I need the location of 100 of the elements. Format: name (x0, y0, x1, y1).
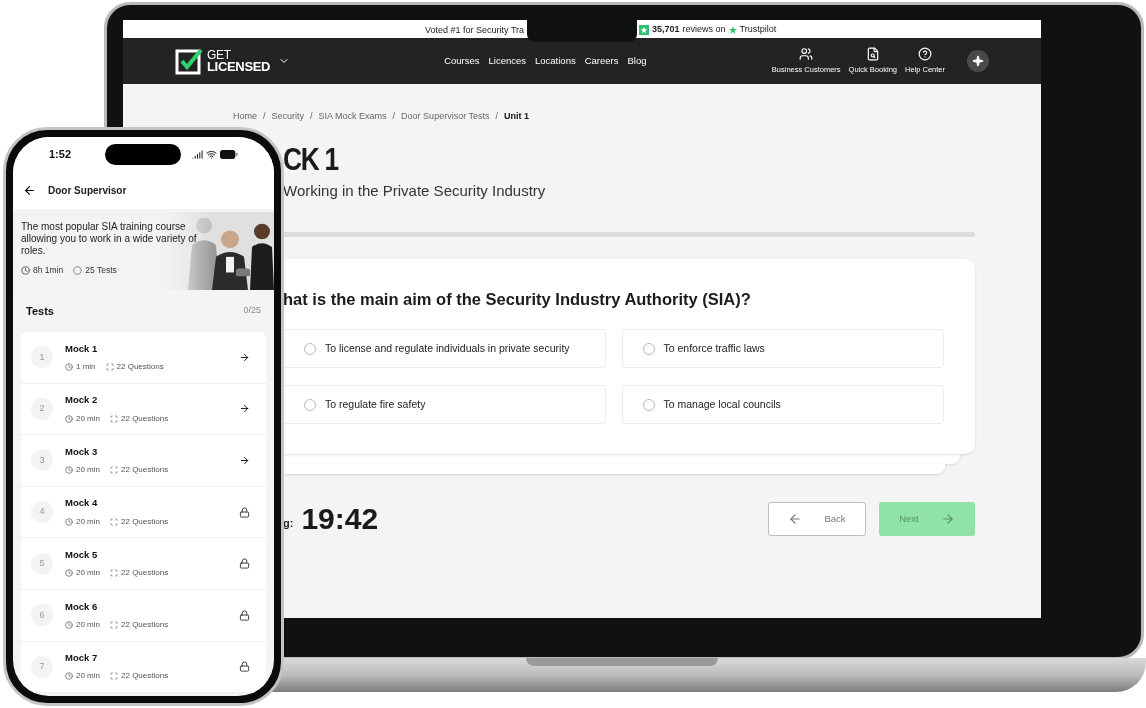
course-duration: 8h 1min (33, 264, 64, 277)
nav-link[interactable]: Blog (627, 53, 647, 69)
question-text: hat is the main aim of the Security Industry Authority (SIA)? (283, 288, 752, 310)
timer: 19:42 (301, 501, 379, 538)
test-questions: 22 Questions (121, 567, 169, 580)
questions-icon (110, 466, 118, 475)
clock-icon (65, 414, 73, 423)
arrow-right-icon (940, 511, 955, 526)
test-row[interactable]: 5 Mock 5 20 min 22 Questions (21, 538, 266, 590)
reviews-text: reviews on (682, 23, 726, 36)
reviews-count: 35,701 (652, 23, 680, 36)
test-questions: 22 Questions (121, 464, 169, 477)
test-number: 4 (31, 501, 53, 524)
clock-icon (21, 265, 30, 275)
breadcrumb-link[interactable]: SIA Mock Exams (318, 110, 387, 124)
lock-icon (239, 661, 250, 673)
test-duration: 20 min (76, 618, 100, 631)
test-duration: 20 min (76, 412, 100, 425)
back-button[interactable]: Back (768, 501, 866, 536)
nav-link[interactable]: Locations (535, 53, 576, 69)
answer-option[interactable]: To regulate fire safety (283, 385, 606, 425)
section-title: Tests (26, 303, 54, 319)
back-arrow-icon[interactable] (23, 183, 36, 197)
trustpilot-text: Trustpilot (739, 23, 777, 36)
users-icon (799, 46, 814, 61)
test-row[interactable]: 2 Mock 2 20 min 22 Questions (21, 383, 266, 436)
breadcrumb-link[interactable]: Home (233, 110, 257, 124)
answer-option[interactable]: To license and regulate individuals in private security (283, 329, 606, 369)
breadcrumb-separator: / (310, 110, 313, 124)
answer-option[interactable]: To enforce traffic laws (621, 329, 944, 369)
breadcrumb-link[interactable]: Security (271, 110, 305, 124)
header-title: Door Supervisor (48, 183, 127, 198)
arrow-left-icon (788, 511, 803, 526)
signal-icon (192, 148, 203, 160)
clock-icon (65, 672, 73, 681)
help-icon (918, 46, 932, 61)
questions-icon (110, 517, 118, 526)
document-search-icon (865, 46, 880, 61)
status-time: 1:52 (49, 146, 72, 162)
answer-option[interactable]: To manage local councils (621, 385, 944, 425)
clock-icon (65, 620, 73, 629)
trustpilot-badge-icon (639, 24, 649, 35)
arrow-right-icon (239, 455, 250, 466)
test-questions: 22 Questions (121, 670, 169, 683)
arrow-right-icon (239, 403, 250, 415)
tests-count: 25 Tests (85, 264, 117, 277)
lock-icon (239, 558, 250, 570)
logo-text: LICENSED (207, 61, 271, 73)
test-questions: 22 Questions (121, 515, 169, 528)
wifi-icon (206, 148, 217, 160)
test-row[interactable]: 6 Mock 6 20 min 22 Questions (21, 589, 266, 642)
test-duration: 20 min (76, 670, 100, 683)
test-name: Mock 4 (65, 496, 99, 511)
hero-text: The most popular SIA training course allowing you to work in a wide variety of roles. (21, 221, 198, 257)
breadcrumb-separator: / (392, 110, 396, 124)
tests-icon (73, 265, 83, 275)
test-number: 1 (31, 346, 53, 369)
clock-icon (65, 569, 73, 578)
test-number: 3 (31, 449, 53, 472)
questions-icon (110, 672, 118, 681)
arrow-right-icon (239, 351, 250, 363)
test-row[interactable]: 4 Mock 4 20 min 22 Questions (21, 486, 266, 539)
star-icon (728, 25, 737, 34)
test-name: Mock 5 (65, 548, 99, 563)
checkbox-logo-icon (175, 47, 203, 75)
breadcrumb-link[interactable]: Door Supervisor Tests (401, 110, 490, 124)
nav-link[interactable]: Careers (584, 53, 619, 69)
assistant-button[interactable] (967, 50, 989, 72)
test-duration: 20 min (76, 464, 100, 477)
test-number: 6 (31, 604, 53, 627)
nav-link[interactable]: Licences (488, 53, 526, 69)
questions-icon (110, 569, 118, 578)
completed-count: 0/25 (243, 304, 261, 318)
page-subtitle: Working in the Private Security Industry (283, 181, 547, 201)
questions-icon (110, 620, 118, 629)
test-name: Mock 2 (65, 393, 99, 408)
test-name: Mock 6 (65, 599, 99, 614)
nav-link[interactable]: Courses (444, 53, 480, 69)
test-row[interactable]: 3 Mock 3 20 min 22 Questions (21, 435, 266, 487)
test-duration: 20 min (76, 515, 100, 528)
questions-icon (105, 362, 114, 371)
lock-icon (239, 506, 250, 518)
test-name: Mock 7 (65, 651, 99, 666)
sparkle-icon (972, 55, 984, 67)
test-name: Mock 1 (65, 341, 99, 356)
breadcrumb-link[interactable]: Unit 1 (504, 110, 529, 124)
test-row[interactable]: 7 Mock 7 20 min 22 Questions (21, 641, 266, 694)
test-questions: 22 Questions (116, 360, 164, 373)
timer-label: g: (283, 515, 294, 531)
clock-icon (65, 466, 73, 475)
test-duration: 20 min (76, 567, 100, 580)
test-duration: 1 min (76, 360, 96, 373)
battery-icon (220, 149, 238, 159)
clock-icon (65, 517, 73, 526)
lock-icon (239, 609, 250, 621)
test-number: 7 (31, 655, 53, 678)
questions-icon (110, 414, 118, 423)
test-row[interactable]: 1 Mock 1 1 min 22 Questions (21, 332, 266, 384)
test-number: 5 (31, 552, 53, 575)
clock-icon (65, 362, 73, 371)
